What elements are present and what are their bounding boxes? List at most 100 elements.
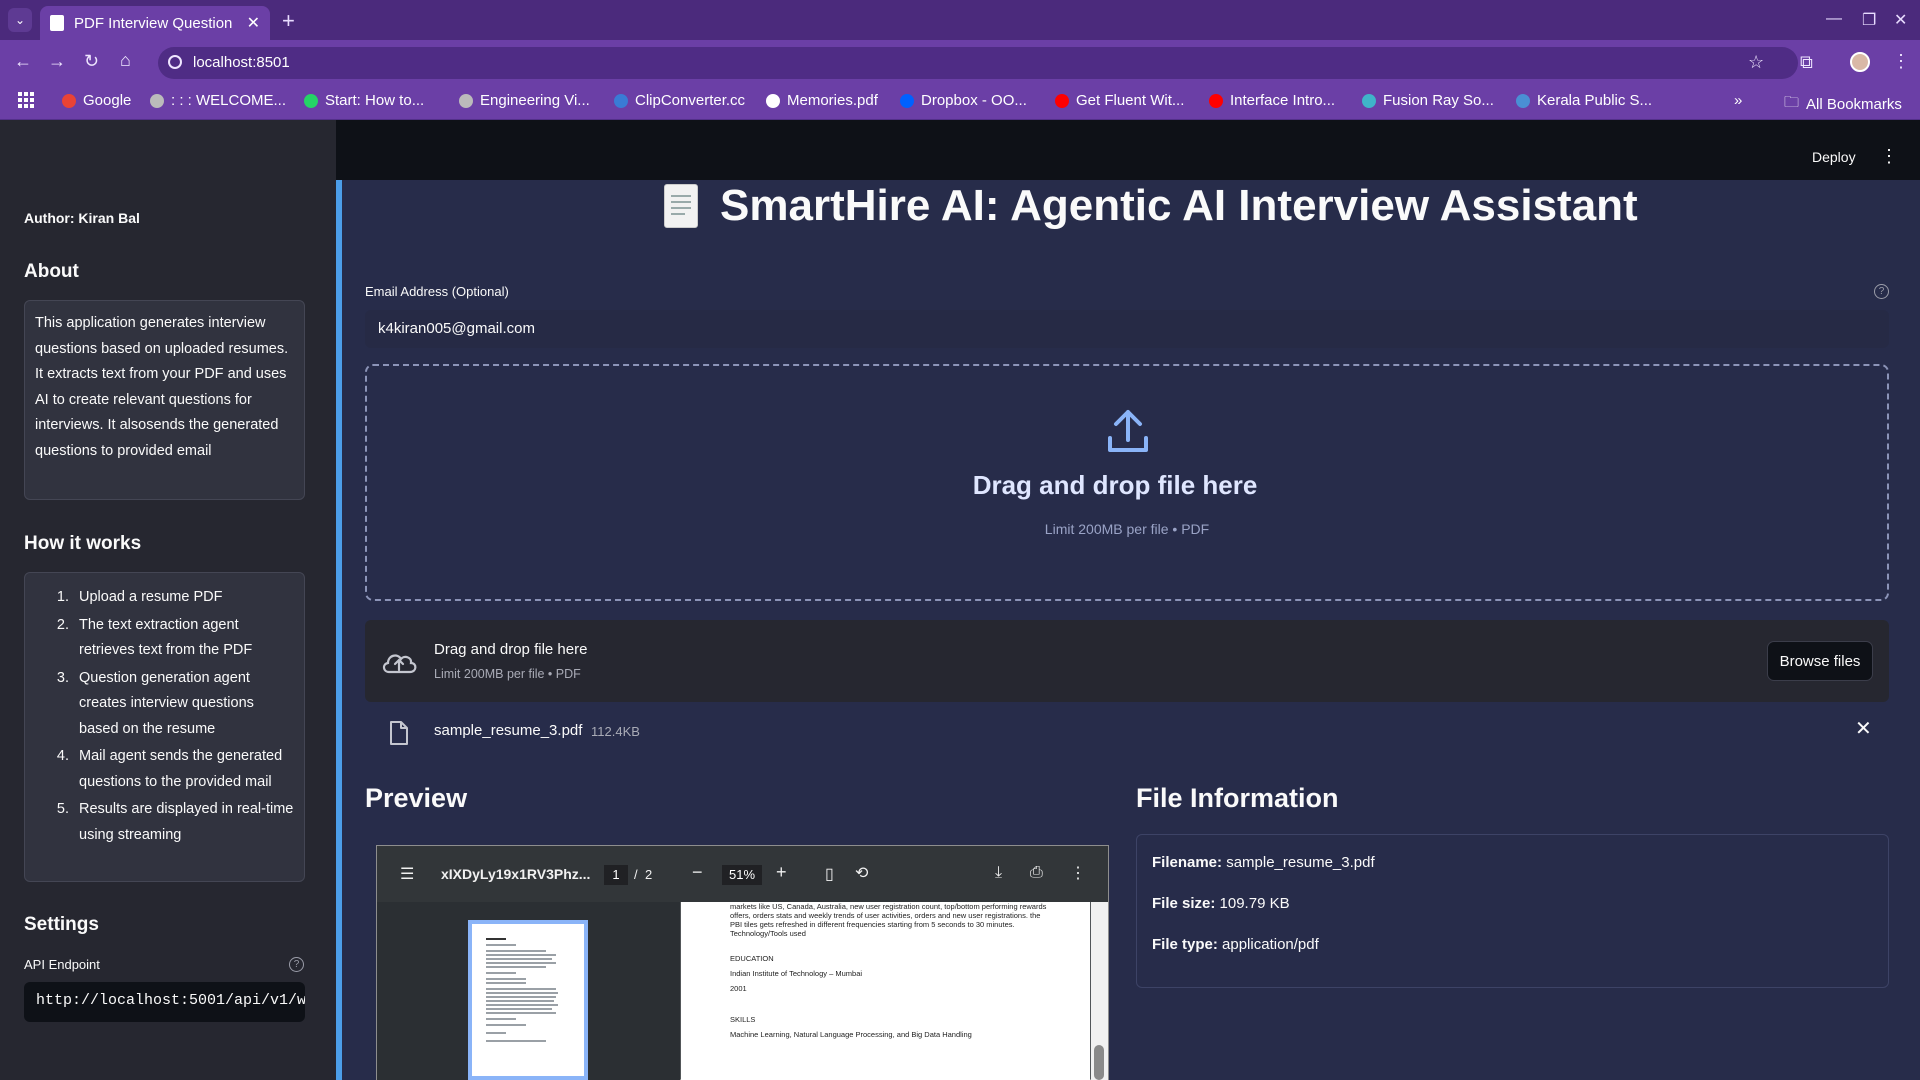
filename-row: Filename: sample_resume_3.pdf [1152, 854, 1375, 871]
whatsapp-icon [304, 93, 318, 108]
url-text[interactable]: localhost:8501 [193, 54, 290, 71]
bookmark-interface-intro[interactable]: Interface Intro... [1209, 92, 1335, 109]
rotate-icon[interactable]: ⟲ [855, 863, 868, 883]
bookmark-kerala-public[interactable]: Kerala Public S... [1516, 92, 1652, 109]
clipconverter-icon [614, 93, 628, 108]
download-icon[interactable]: ⤓ [995, 864, 1002, 882]
bookmark-welcome[interactable]: : : : WELCOME... [150, 92, 286, 109]
site-info-icon[interactable] [168, 55, 182, 69]
pdf-scroll-thumb[interactable] [1094, 1045, 1104, 1080]
remove-file-icon[interactable]: ✕ [1855, 716, 1872, 741]
fusion-icon [1362, 93, 1376, 108]
page-title: SmartHire AI: Agentic AI Interview Assis… [664, 181, 1638, 231]
print-icon[interactable]: ⎙ [1030, 864, 1043, 882]
bookmark-google[interactable]: Google [62, 92, 131, 109]
document-icon [50, 15, 64, 31]
help-icon[interactable]: ? [1874, 284, 1889, 299]
apps-grid-icon[interactable] [18, 92, 34, 108]
how-it-works-box: 1. Upload a resume PDF 2. The text extract… [24, 572, 305, 882]
folder-icon: 🗀 [1784, 94, 1800, 111]
bookmark-clipconverter[interactable]: ClipConverter.cc [614, 92, 745, 109]
list-item: 5. Results are displayed in real-time usi… [56, 801, 294, 843]
cloud-upload-icon [382, 654, 417, 674]
list-item: 1. Upload a resume PDF [56, 589, 223, 605]
help-icon[interactable]: ? [289, 957, 304, 972]
file-type-row: File type: application/pdf [1152, 936, 1319, 953]
bookmark-start-how-to[interactable]: Start: How to... [304, 92, 424, 109]
bookmarks-overflow-icon[interactable]: » [1734, 92, 1742, 109]
main-accent-border [336, 180, 342, 1080]
uploaded-file-name: sample_resume_3.pdf [434, 722, 583, 739]
extensions-icon[interactable]: ⧉ [1800, 52, 1813, 73]
back-icon[interactable]: ← [14, 51, 32, 72]
profile-avatar[interactable] [1850, 52, 1870, 72]
app-menu-icon[interactable]: ⋮ [1880, 146, 1898, 167]
minimize-icon[interactable]: — [1826, 10, 1842, 28]
close-window-icon[interactable]: ✕ [1894, 10, 1907, 30]
more-options-icon[interactable]: ⋮ [1070, 863, 1086, 883]
all-bookmarks[interactable]: 🗀 All Bookmarks [1784, 92, 1902, 117]
pdf-doc-name: xIXDyLy19x1RV3Phz... [441, 866, 591, 882]
youtube-icon [1209, 93, 1223, 108]
tab-search-button[interactable]: ⌄ [8, 8, 32, 32]
bookmark-get-fluent[interactable]: Get Fluent Wit... [1055, 92, 1184, 109]
uploader-title: Drag and drop file here [434, 641, 588, 658]
browser-menu-icon[interactable]: ⋮ [1892, 51, 1910, 72]
tab-close-icon[interactable]: ✕ [247, 13, 260, 33]
page-thumbnail[interactable] [468, 920, 588, 1080]
wikipedia-icon [766, 93, 780, 108]
email-field[interactable]: k4kiran005@gmail.com [365, 310, 1889, 348]
list-item: 3. Question generation agent creates inte… [56, 669, 254, 737]
file-uploader[interactable] [365, 620, 1889, 702]
bookmark-fusion-ray[interactable]: Fusion Ray So... [1362, 92, 1494, 109]
how-it-works-heading: How it works [24, 533, 142, 554]
google-icon [62, 93, 76, 108]
sidebar-toggle-icon[interactable]: ☰ [400, 864, 414, 884]
youtube-icon [1055, 93, 1069, 108]
api-endpoint-label: API Endpoint [24, 957, 100, 972]
preview-heading: Preview [365, 783, 468, 813]
new-tab-icon[interactable]: + [282, 8, 295, 34]
kerala-icon [1516, 93, 1530, 108]
bookmark-star-icon[interactable]: ☆ [1748, 52, 1764, 73]
globe-icon [459, 93, 473, 108]
bookmark-engineering[interactable]: Engineering Vi... [459, 92, 590, 109]
home-icon[interactable]: ⌂ [120, 50, 131, 71]
reload-icon[interactable]: ↻ [84, 51, 99, 72]
list-item: 4. Mail agent sends the generated questio… [56, 748, 283, 790]
zoom-level[interactable]: 51% [722, 865, 762, 885]
upload-icon [1108, 410, 1148, 452]
list-item: 2. The text extraction agent retrieves te… [56, 616, 253, 659]
page-number-input[interactable]: 1 [604, 865, 628, 885]
address-bar[interactable] [158, 47, 1798, 79]
dropzone-title: Drag and drop file here [972, 470, 1258, 500]
file-information-heading: File Information [1136, 783, 1339, 813]
zoom-out-icon[interactable]: − [692, 862, 703, 883]
api-endpoint-input[interactable]: http://localhost:5001/api/v1/workflow/ [24, 982, 305, 1022]
file-icon [390, 721, 408, 745]
about-box: This application generates interview que… [24, 300, 305, 500]
globe-icon [150, 93, 164, 108]
forward-icon[interactable]: → [48, 51, 66, 72]
email-label: Email Address (Optional) [365, 284, 509, 299]
document-icon [664, 184, 698, 228]
fit-page-icon[interactable]: ▯ [825, 864, 834, 884]
restore-icon[interactable]: ❐ [1862, 10, 1876, 30]
uploader-subtitle: Limit 200MB per file • PDF [434, 667, 581, 681]
tab-title: PDF Interview Question [74, 14, 233, 32]
zoom-in-icon[interactable]: + [776, 862, 787, 883]
bookmark-memories[interactable]: Memories.pdf [766, 92, 878, 109]
file-size-row: File size: 109.79 KB [1152, 895, 1290, 912]
steps-list: 1. Upload a resume PDF 2. The text extract… [39, 585, 294, 848]
uploaded-file-size: 112.4KB [591, 724, 640, 739]
app-header [336, 120, 1920, 180]
browser-tab[interactable]: PDF Interview Question ✕ [40, 6, 270, 40]
dropbox-icon [900, 93, 914, 108]
about-heading: About [24, 261, 79, 282]
settings-heading: Settings [24, 914, 99, 935]
deploy-button[interactable]: Deploy [1812, 149, 1856, 165]
author-label: Author: Kiran Bal [24, 210, 140, 226]
pdf-page: markets like US, Canada, Australia, new … [681, 902, 1090, 1080]
bookmark-dropbox[interactable]: Dropbox - OO... [900, 92, 1027, 109]
browse-files-button[interactable]: Browse files [1767, 641, 1873, 681]
